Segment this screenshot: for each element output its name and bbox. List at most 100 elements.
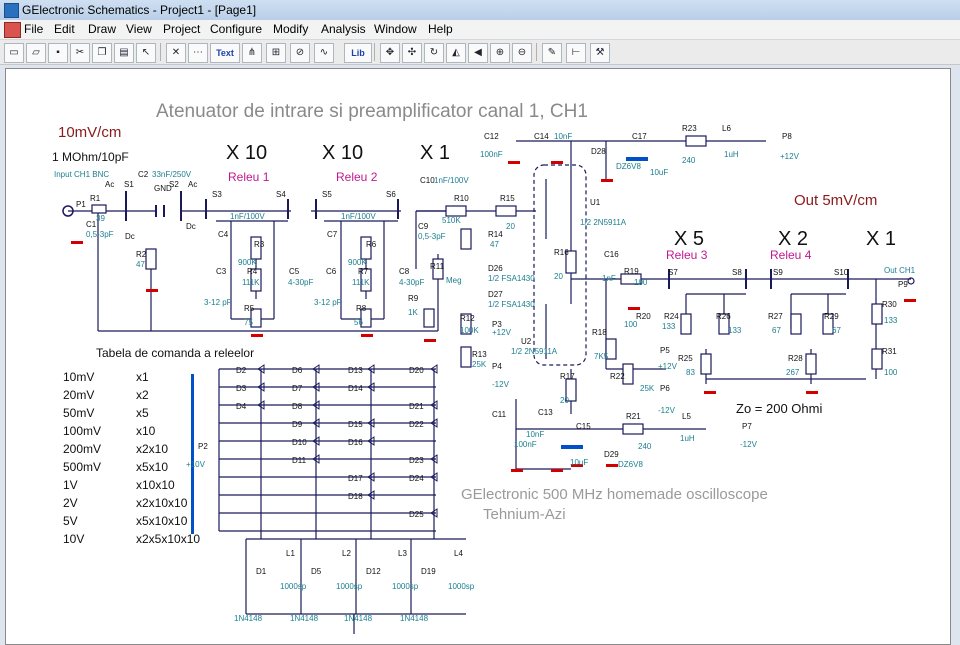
label-c16: C16 (604, 250, 619, 259)
schematic-sheet[interactable]: Atenuator de intrare si preamplificator … (5, 68, 951, 645)
connect-icon[interactable]: ⊢ (566, 43, 586, 63)
paste-icon[interactable]: ▤ (114, 43, 134, 63)
value-r9: 1K (408, 308, 418, 317)
gain-out-2: X 2 (778, 228, 808, 250)
pointer-icon[interactable]: ↖ (136, 43, 156, 63)
value-l6: 1uH (724, 150, 739, 159)
label-r21: R21 (626, 412, 641, 421)
value-r8: 56 (354, 318, 363, 327)
menu-configure[interactable]: Configure (210, 22, 262, 36)
label-s3: S3 (212, 190, 222, 199)
label-ac1: Ac (105, 180, 114, 189)
menu-file[interactable]: File (24, 22, 43, 36)
menu-bar: File Edit Draw View Project Configure Mo… (0, 20, 960, 40)
label-r19: R19 (624, 267, 639, 276)
open-folder-icon[interactable]: ▱ (26, 43, 46, 63)
label-c15: C15 (576, 422, 591, 431)
value-p6: -12V (658, 406, 676, 415)
wave-icon[interactable]: ∿ (314, 43, 334, 63)
value-r22: 25K (640, 384, 655, 393)
zoom-out-icon[interactable]: ⊖ (512, 43, 532, 63)
menu-draw[interactable]: Draw (88, 22, 116, 36)
label-s4: S4 (276, 190, 286, 199)
value-d29: DZ6V8 (618, 460, 643, 469)
menu-analysis[interactable]: Analysis (321, 22, 366, 36)
system-menu-icon[interactable] (4, 22, 21, 38)
menu-view[interactable]: View (126, 22, 152, 36)
table-title: Tabela de comanda a releelor (96, 346, 254, 360)
label-p5: P5 (660, 346, 670, 355)
label-dc1: Dc (125, 232, 135, 241)
label-diode: D2 (236, 366, 247, 375)
value-r26: 133 (728, 326, 742, 335)
drag-icon[interactable]: ✣ (402, 43, 422, 63)
label-p9: P9 (898, 280, 908, 289)
probe-icon[interactable]: ⊘ (290, 43, 310, 63)
table-range: 10V (63, 532, 84, 546)
schematic-canvas[interactable]: Atenuator de intrare si preamplificator … (6, 69, 950, 644)
grid-icon[interactable]: ⊞ (266, 43, 286, 63)
value-c11: 100nF (514, 440, 537, 449)
output-impedance: Zo = 200 Ohmi (736, 401, 822, 416)
label-c13: C13 (538, 408, 553, 417)
label-r4: R4 (247, 267, 258, 276)
move-icon[interactable]: ✥ (380, 43, 400, 63)
value-r3: 900K (238, 258, 257, 267)
table-range: 500mV (63, 460, 101, 474)
value-c6: 3-12 pF (314, 298, 342, 307)
menu-project[interactable]: Project (163, 22, 200, 36)
label-s10: S10 (834, 268, 849, 277)
value-r6: 900K (348, 258, 367, 267)
label-p8: P8 (782, 132, 792, 141)
value-r14: 47 (490, 240, 499, 249)
menu-help[interactable]: Help (428, 22, 453, 36)
pins-icon[interactable]: ⋔ (242, 43, 262, 63)
select-area-icon[interactable]: ✕ (166, 43, 186, 63)
label-r8: R8 (356, 304, 367, 313)
open-icon[interactable]: ▭ (4, 43, 24, 63)
label-diode: D3 (236, 384, 247, 393)
value-c10: 1nF/100V (434, 176, 469, 185)
lib-button[interactable]: Lib (344, 43, 372, 63)
flip-icon[interactable]: ◀ (468, 43, 488, 63)
text-tool-button[interactable]: Text (210, 43, 240, 63)
menu-window[interactable]: Window (374, 22, 417, 36)
label-diode: D17 (348, 474, 363, 483)
menu-edit[interactable]: Edit (54, 22, 75, 36)
save-icon[interactable]: ▪ (48, 43, 68, 63)
zoom-in-icon[interactable]: ⊕ (490, 43, 510, 63)
label-p6: P6 (660, 384, 670, 393)
label-d5: D5 (311, 567, 322, 576)
toolbar: ▭ ▱ ▪ ✂ ❐ ▤ ↖ ✕ ⋯ Text ⋔ ⊞ ⊘ ∿ Lib ✥ ✣ ↻… (0, 40, 960, 65)
value-d1: 1N4148 (234, 614, 263, 623)
property-icon[interactable]: ✎ (542, 43, 562, 63)
label-c11: C11 (492, 410, 507, 419)
label-s7: S7 (668, 268, 678, 277)
schematic-title: Atenuator de intrare si preamplificator … (156, 101, 588, 122)
value-p3: +12V (492, 328, 512, 337)
value-d12: 1N4148 (344, 614, 373, 623)
label-r30: R30 (882, 300, 897, 309)
mirror-icon[interactable]: ◭ (446, 43, 466, 63)
rotate-icon[interactable]: ↻ (424, 43, 444, 63)
value-p5: +12V (658, 362, 678, 371)
value-r13: 25K (472, 360, 487, 369)
copy-icon[interactable]: ❐ (92, 43, 112, 63)
cut-icon[interactable]: ✂ (70, 43, 90, 63)
menu-modify[interactable]: Modify (273, 22, 308, 36)
table-range: 5V (63, 514, 78, 528)
value-c4: 1nF/100V (230, 212, 265, 221)
label-dc2: Dc (186, 222, 196, 231)
value-r7: 111K (352, 278, 370, 287)
label-diode: D23 (409, 456, 424, 465)
bus-icon[interactable]: ⋯ (188, 43, 208, 63)
label-ac2: Ac (188, 180, 197, 189)
label-diode: D8 (292, 402, 303, 411)
label-s8: S8 (732, 268, 742, 277)
tools-icon[interactable]: ⚒ (590, 43, 610, 63)
label-c7: C7 (327, 230, 338, 239)
label-diode: D6 (292, 366, 303, 375)
label-r28: R28 (788, 354, 803, 363)
label-s6: S6 (386, 190, 396, 199)
label-diode: D11 (292, 456, 307, 465)
